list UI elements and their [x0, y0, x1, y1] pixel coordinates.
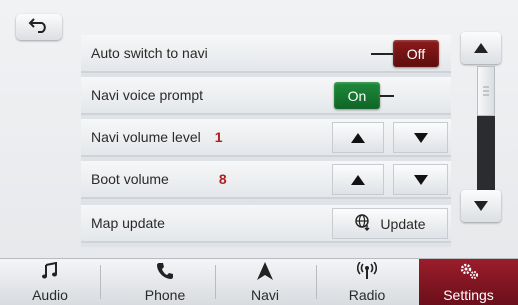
- nav-label: Settings: [443, 287, 494, 303]
- radio-antenna-icon: [356, 261, 378, 285]
- bottom-nav-bar: Audio Phone Navi Radio Settings: [0, 258, 518, 305]
- triangle-up-icon: [351, 132, 365, 143]
- triangle-up-icon: [474, 43, 488, 53]
- scroll-up-button[interactable]: [461, 32, 501, 64]
- settings-screen: Auto switch to navi Off Navi voice promp…: [0, 0, 518, 305]
- toggle-on-pill: On: [334, 82, 380, 109]
- nav-label: Audio: [32, 287, 68, 303]
- nav-item-radio[interactable]: Radio: [316, 259, 418, 305]
- nav-item-navi[interactable]: Navi: [215, 259, 315, 305]
- settings-row-auto-switch: Auto switch to navi Off: [81, 35, 451, 73]
- row-label: Navi voice prompt: [91, 87, 204, 103]
- triangle-down-icon: [413, 132, 428, 143]
- navigation-icon: [256, 262, 274, 285]
- nav-label: Radio: [348, 287, 386, 303]
- settings-row-map-update: Map update Update: [81, 205, 451, 243]
- row-label: Boot volume: [91, 171, 169, 187]
- settings-row-voice-prompt: Navi voice prompt On: [81, 77, 451, 115]
- toggle-track: [371, 52, 393, 55]
- gears-icon: [458, 262, 480, 285]
- nav-item-settings[interactable]: Settings: [419, 259, 518, 305]
- boot-volume-value: 8: [218, 171, 227, 187]
- toggle-off-pill: Off: [393, 40, 439, 67]
- auto-switch-toggle[interactable]: Off: [371, 40, 439, 67]
- phone-icon: [156, 262, 174, 285]
- nav-label: Navi: [250, 287, 279, 303]
- triangle-up-icon: [351, 174, 365, 185]
- update-button-label: Update: [380, 215, 426, 232]
- voice-prompt-toggle[interactable]: On: [334, 82, 394, 109]
- boot-volume-up-button[interactable]: [332, 164, 384, 195]
- scroll-track[interactable]: [477, 66, 495, 202]
- settings-list: Auto switch to navi Off Navi voice promp…: [81, 35, 451, 247]
- row-label: Navi volume level: [91, 129, 201, 145]
- grip-icon: [483, 86, 489, 96]
- scroll-thumb[interactable]: [477, 66, 495, 116]
- row-label: Auto switch to navi: [91, 45, 208, 61]
- globe-download-icon: [354, 213, 372, 234]
- navi-volume-up-button[interactable]: [332, 122, 384, 153]
- navi-volume-down-button[interactable]: [393, 122, 448, 153]
- back-arrow-icon: [28, 17, 50, 38]
- music-note-icon: [41, 261, 59, 285]
- nav-label: Phone: [144, 287, 186, 303]
- nav-item-phone[interactable]: Phone: [110, 259, 220, 305]
- scroll-down-button[interactable]: [461, 190, 501, 222]
- back-button[interactable]: [16, 14, 62, 40]
- triangle-down-icon: [413, 174, 428, 185]
- triangle-down-icon: [474, 201, 488, 211]
- map-update-button[interactable]: Update: [332, 208, 448, 239]
- row-label: Map update: [91, 215, 165, 231]
- settings-row-boot-volume: Boot volume 8: [81, 161, 451, 199]
- nav-item-audio[interactable]: Audio: [0, 259, 100, 305]
- nav-divider: [100, 265, 101, 299]
- boot-volume-down-button[interactable]: [393, 164, 448, 195]
- settings-row-navi-volume: Navi volume level 1: [81, 119, 451, 157]
- toggle-track: [380, 94, 394, 97]
- navi-volume-value: 1: [214, 129, 223, 145]
